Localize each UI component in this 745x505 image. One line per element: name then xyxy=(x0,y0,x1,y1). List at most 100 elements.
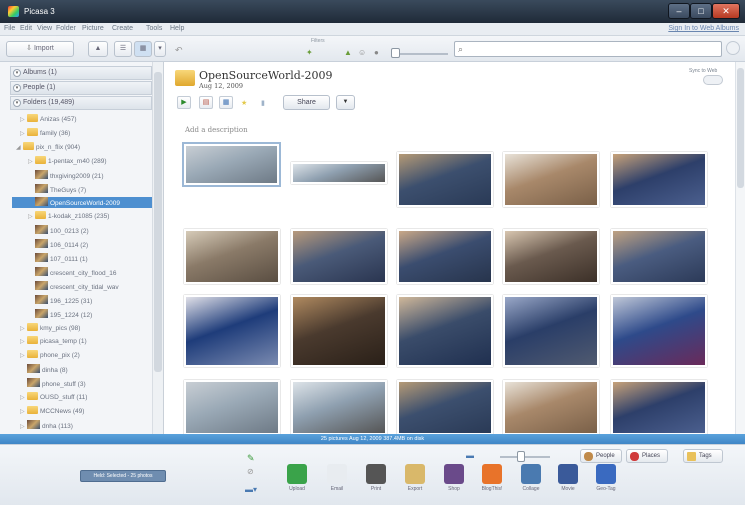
collapse-icon[interactable]: ▾ xyxy=(13,84,21,92)
menu-edit[interactable]: Edit xyxy=(20,25,32,32)
photo-thumbnail[interactable] xyxy=(611,229,707,284)
folder-item[interactable]: ▷ 1-kodak_z1085 (235) xyxy=(28,211,109,222)
folder-item[interactable]: ▷ picasa_temp (1) xyxy=(20,336,87,347)
more-options-button[interactable] xyxy=(726,41,740,55)
filter-uploaded-icon[interactable]: ▲ xyxy=(344,48,352,57)
tray-action-email[interactable]: Email xyxy=(325,464,349,492)
tray-action-geotag[interactable]: Geo-Tag xyxy=(594,464,618,492)
expand-icon[interactable]: ▷ xyxy=(20,351,27,362)
filter-slider-handle[interactable] xyxy=(391,48,400,58)
photo-thumbnail[interactable] xyxy=(503,152,599,207)
folder-item[interactable]: phone_stuff (3) xyxy=(20,378,86,389)
expand-icon[interactable]: ▷ xyxy=(20,393,27,404)
tray-action-movie[interactable]: Movie xyxy=(556,464,580,492)
back-icon[interactable]: ↶ xyxy=(175,45,183,56)
tray-action-collage[interactable]: Collage xyxy=(519,464,543,492)
tray-action-blogthis[interactable]: BlogThis! xyxy=(480,464,504,492)
album-description[interactable]: Add a description xyxy=(185,126,248,134)
folder-item[interactable]: 196_1225 (31) xyxy=(28,294,92,306)
thumbnail-size-slider[interactable] xyxy=(517,451,525,462)
clear-icon[interactable]: ⊘ xyxy=(247,467,254,476)
menu-folder[interactable]: Folder xyxy=(56,25,76,32)
photo-thumbnail[interactable] xyxy=(291,380,387,434)
album-title[interactable]: OpenSourceWorld-2009 xyxy=(199,69,333,82)
photo-thumbnail[interactable] xyxy=(291,295,387,367)
add-people-button[interactable]: ▲ xyxy=(88,41,108,57)
filter-people-icon[interactable]: ☺ xyxy=(358,48,366,57)
collapse-icon[interactable]: ▾ xyxy=(13,99,21,107)
tray-action-shop[interactable]: Shop xyxy=(442,464,466,492)
menu-file[interactable]: File xyxy=(4,25,15,32)
folder-list-scrollbar[interactable] xyxy=(152,62,163,434)
folder-item[interactable]: crescent_city_flood_16 xyxy=(28,266,117,278)
close-button[interactable]: ✕ xyxy=(712,3,740,19)
add-to-album-icon[interactable]: ▬▾ xyxy=(245,485,257,494)
photo-thumbnail[interactable] xyxy=(397,229,493,284)
collage-icon[interactable]: ▤ xyxy=(199,96,213,109)
photo-thumbnail[interactable] xyxy=(503,229,599,284)
movie-icon[interactable]: ▦ xyxy=(219,96,233,109)
list-view-button[interactable]: ☰ xyxy=(114,41,132,57)
photo-thumbnail[interactable] xyxy=(184,380,280,434)
photo-thumbnail[interactable] xyxy=(184,229,280,284)
album-scrollbar[interactable] xyxy=(735,62,745,434)
pin-icon[interactable]: ✎ xyxy=(247,453,255,464)
folder-item[interactable]: dinha (8) xyxy=(20,364,68,375)
minimize-button[interactable]: – xyxy=(668,3,690,19)
import-button[interactable]: ⇩ Import xyxy=(6,41,74,57)
section-folders[interactable]: ▾ Folders (19,489) xyxy=(10,96,152,110)
photo-thumbnail[interactable] xyxy=(611,152,707,207)
sync-to-web-toggle[interactable] xyxy=(703,75,723,85)
expand-icon[interactable]: ▷ xyxy=(20,129,27,140)
folder-item[interactable]: ▷ family (36) xyxy=(20,127,70,140)
menu-tools[interactable]: Tools xyxy=(146,25,162,32)
expand-icon[interactable]: ▷ xyxy=(20,337,27,348)
folder-item[interactable]: 107_0111 (1) xyxy=(28,253,88,264)
expand-icon[interactable]: ▷ xyxy=(20,324,27,335)
folder-item[interactable]: ▷ MCCNews (49) xyxy=(20,405,84,418)
filter-starred-icon[interactable]: ✦ xyxy=(306,48,313,57)
folder-item[interactable]: 195_1224 (12) xyxy=(28,308,92,320)
section-albums[interactable]: ▾ Albums (1) xyxy=(10,66,152,80)
photo-thumbnail[interactable] xyxy=(397,152,493,207)
folder-item[interactable]: ▷ phone_pix (2) xyxy=(20,350,80,361)
expand-icon[interactable]: ◢ xyxy=(16,143,23,154)
slideshow-button[interactable]: ▶ xyxy=(177,96,191,109)
folder-item[interactable]: OpenSourceWorld-2009 xyxy=(12,197,152,209)
photo-thumbnail[interactable] xyxy=(503,295,599,367)
folder-item[interactable]: crescent_city_tidal_wav xyxy=(28,280,119,292)
folder-item[interactable]: ▷ kmy_pics (98) xyxy=(20,322,80,335)
folder-item[interactable]: ◢ pix_n_flix (904) xyxy=(16,141,80,154)
folder-item[interactable]: ▷ dnha (113) xyxy=(20,419,73,433)
menu-help[interactable]: Help xyxy=(170,25,184,32)
star-icon[interactable]: ★ xyxy=(241,99,247,107)
photo-thumbnail[interactable] xyxy=(182,142,281,187)
upload-icon[interactable]: ▮ xyxy=(261,99,265,107)
share-button[interactable]: Share xyxy=(283,95,330,110)
photo-thumbnail[interactable] xyxy=(397,380,493,434)
photo-thumbnail[interactable] xyxy=(184,295,280,367)
expand-icon[interactable]: ▷ xyxy=(28,212,35,223)
people-button[interactable]: People xyxy=(580,449,622,463)
sign-in-link[interactable]: Sign In to Web Albums xyxy=(668,25,739,32)
photo-thumbnail[interactable] xyxy=(397,295,493,367)
thumbnail-view-button[interactable]: ▦ xyxy=(134,41,152,57)
photo-thumbnail[interactable] xyxy=(291,162,387,184)
folder-item[interactable]: ▷ Anizas (457) xyxy=(20,114,77,125)
folder-item[interactable]: 106_0114 (2) xyxy=(28,239,88,250)
tags-button[interactable]: Tags xyxy=(683,449,723,463)
maximize-button[interactable]: □ xyxy=(690,3,712,19)
expand-icon[interactable]: ▷ xyxy=(20,422,27,433)
folder-item[interactable]: ▷ 1-pentax_m40 (289) xyxy=(28,155,107,168)
folder-item[interactable]: ▷ OUSD_stuff (11) xyxy=(20,392,87,403)
expand-icon[interactable]: ▷ xyxy=(28,157,35,168)
photo-thumbnail[interactable] xyxy=(611,380,707,434)
photo-thumbnail[interactable] xyxy=(611,295,707,367)
folder-item[interactable]: TheGuys (7) xyxy=(28,183,86,195)
collapse-icon[interactable]: ▾ xyxy=(13,69,21,77)
expand-icon[interactable]: ▷ xyxy=(20,407,27,418)
menu-picture[interactable]: Picture xyxy=(82,25,104,32)
tray-action-export[interactable]: Export xyxy=(403,464,427,492)
tray-action-print[interactable]: Print xyxy=(364,464,388,492)
share-dropdown[interactable]: ▼ xyxy=(336,95,355,110)
